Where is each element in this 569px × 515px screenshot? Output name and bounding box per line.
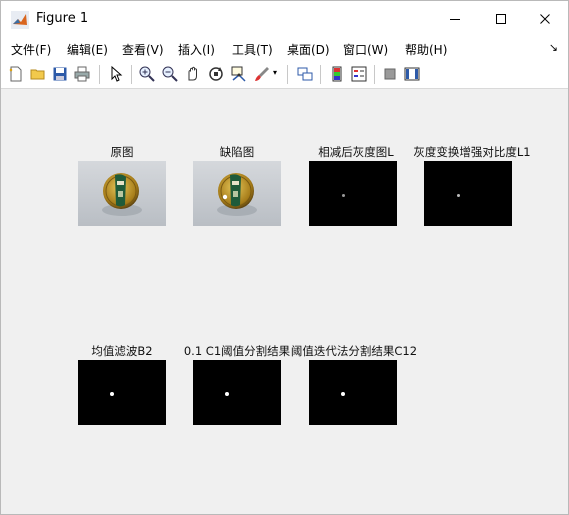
menu-view[interactable]: 查看(V) (122, 41, 164, 58)
mean-filter-image (78, 360, 166, 425)
window-title: Figure 1 (36, 11, 89, 26)
menu-tools[interactable]: 工具(T) (232, 41, 273, 58)
menu-insert[interactable]: 插入(I) (178, 41, 215, 58)
minimize-icon (450, 19, 460, 20)
subplot-title: 缺陷图 (219, 145, 255, 159)
subplot-title: 相减后灰度图L (318, 145, 394, 159)
subplot-title: 原图 (110, 145, 134, 159)
subplot-title: 灰度变换增强对比度L1 (413, 145, 531, 159)
toolbar-separator (320, 65, 321, 84)
defect-image (193, 161, 281, 226)
defect-dot (225, 392, 229, 396)
contrast-enhanced-image (424, 161, 512, 226)
brush-icon[interactable] (253, 65, 271, 83)
menu-desktop[interactable]: 桌面(D) (287, 41, 330, 58)
brush-dropdown-icon[interactable]: ▾ (273, 68, 277, 77)
print-icon[interactable] (73, 65, 91, 83)
figure-toolbar: ▾ (1, 60, 568, 89)
subplot-title: 均值滤波B2 (91, 344, 153, 358)
hide-plot-tools-icon[interactable] (381, 65, 399, 83)
threshold-segment-image (193, 360, 281, 425)
subplot-title: 阈值迭代法分割结果C12 (290, 344, 418, 358)
toolbar-separator (287, 65, 288, 84)
menu-window[interactable]: 窗口(W) (343, 41, 388, 58)
zoom-out-icon[interactable] (161, 65, 179, 83)
new-figure-icon[interactable] (7, 65, 25, 83)
figure-canvas: 原图 缺陷图 相减后灰度图L 灰度变换增强对比度L1 均值滤波B2 0.1 C1… (5, 91, 565, 511)
legend-icon[interactable] (350, 65, 368, 83)
defect-dot (457, 194, 460, 197)
toolbar-separator (99, 65, 100, 84)
arrow-icon[interactable]: ↘ (549, 41, 558, 54)
zoom-in-icon[interactable] (138, 65, 156, 83)
pan-icon[interactable] (184, 65, 202, 83)
menu-edit[interactable]: 编辑(E) (67, 41, 108, 58)
defect-dot (342, 194, 345, 197)
select-arrow-icon[interactable] (107, 65, 125, 83)
toolbar-separator (374, 65, 375, 84)
menu-help[interactable]: 帮助(H) (405, 41, 447, 58)
colorbar-icon[interactable] (328, 65, 346, 83)
original-image (78, 161, 166, 226)
defect-dot (341, 392, 345, 396)
figure-window: Figure 1 文件(F) 编辑(E) 查看(V) 插入(I) 工具(T) 桌… (0, 0, 569, 515)
close-button[interactable] (522, 1, 568, 37)
open-file-icon[interactable] (29, 65, 47, 83)
maximize-icon (496, 14, 506, 24)
menu-file[interactable]: 文件(F) (11, 41, 51, 58)
menu-bar: 文件(F) 编辑(E) 查看(V) 插入(I) 工具(T) 桌面(D) 窗口(W… (1, 37, 568, 60)
save-icon[interactable] (51, 65, 69, 83)
link-plot-icon[interactable] (296, 65, 314, 83)
toolbar-separator (131, 65, 132, 84)
show-plot-tools-icon[interactable] (403, 65, 421, 83)
matlab-logo-icon (11, 11, 29, 29)
difference-gray-image (309, 161, 397, 226)
subplot-title: 0.1 C1阈值分割结果 (183, 344, 291, 358)
maximize-button[interactable] (478, 1, 524, 37)
defect-dot (110, 392, 114, 396)
minimize-button[interactable] (432, 1, 478, 37)
iterative-threshold-image (309, 360, 397, 425)
data-cursor-icon[interactable] (230, 65, 248, 83)
close-icon (540, 14, 550, 24)
title-bar: Figure 1 (1, 1, 568, 37)
rotate-3d-icon[interactable] (207, 65, 225, 83)
